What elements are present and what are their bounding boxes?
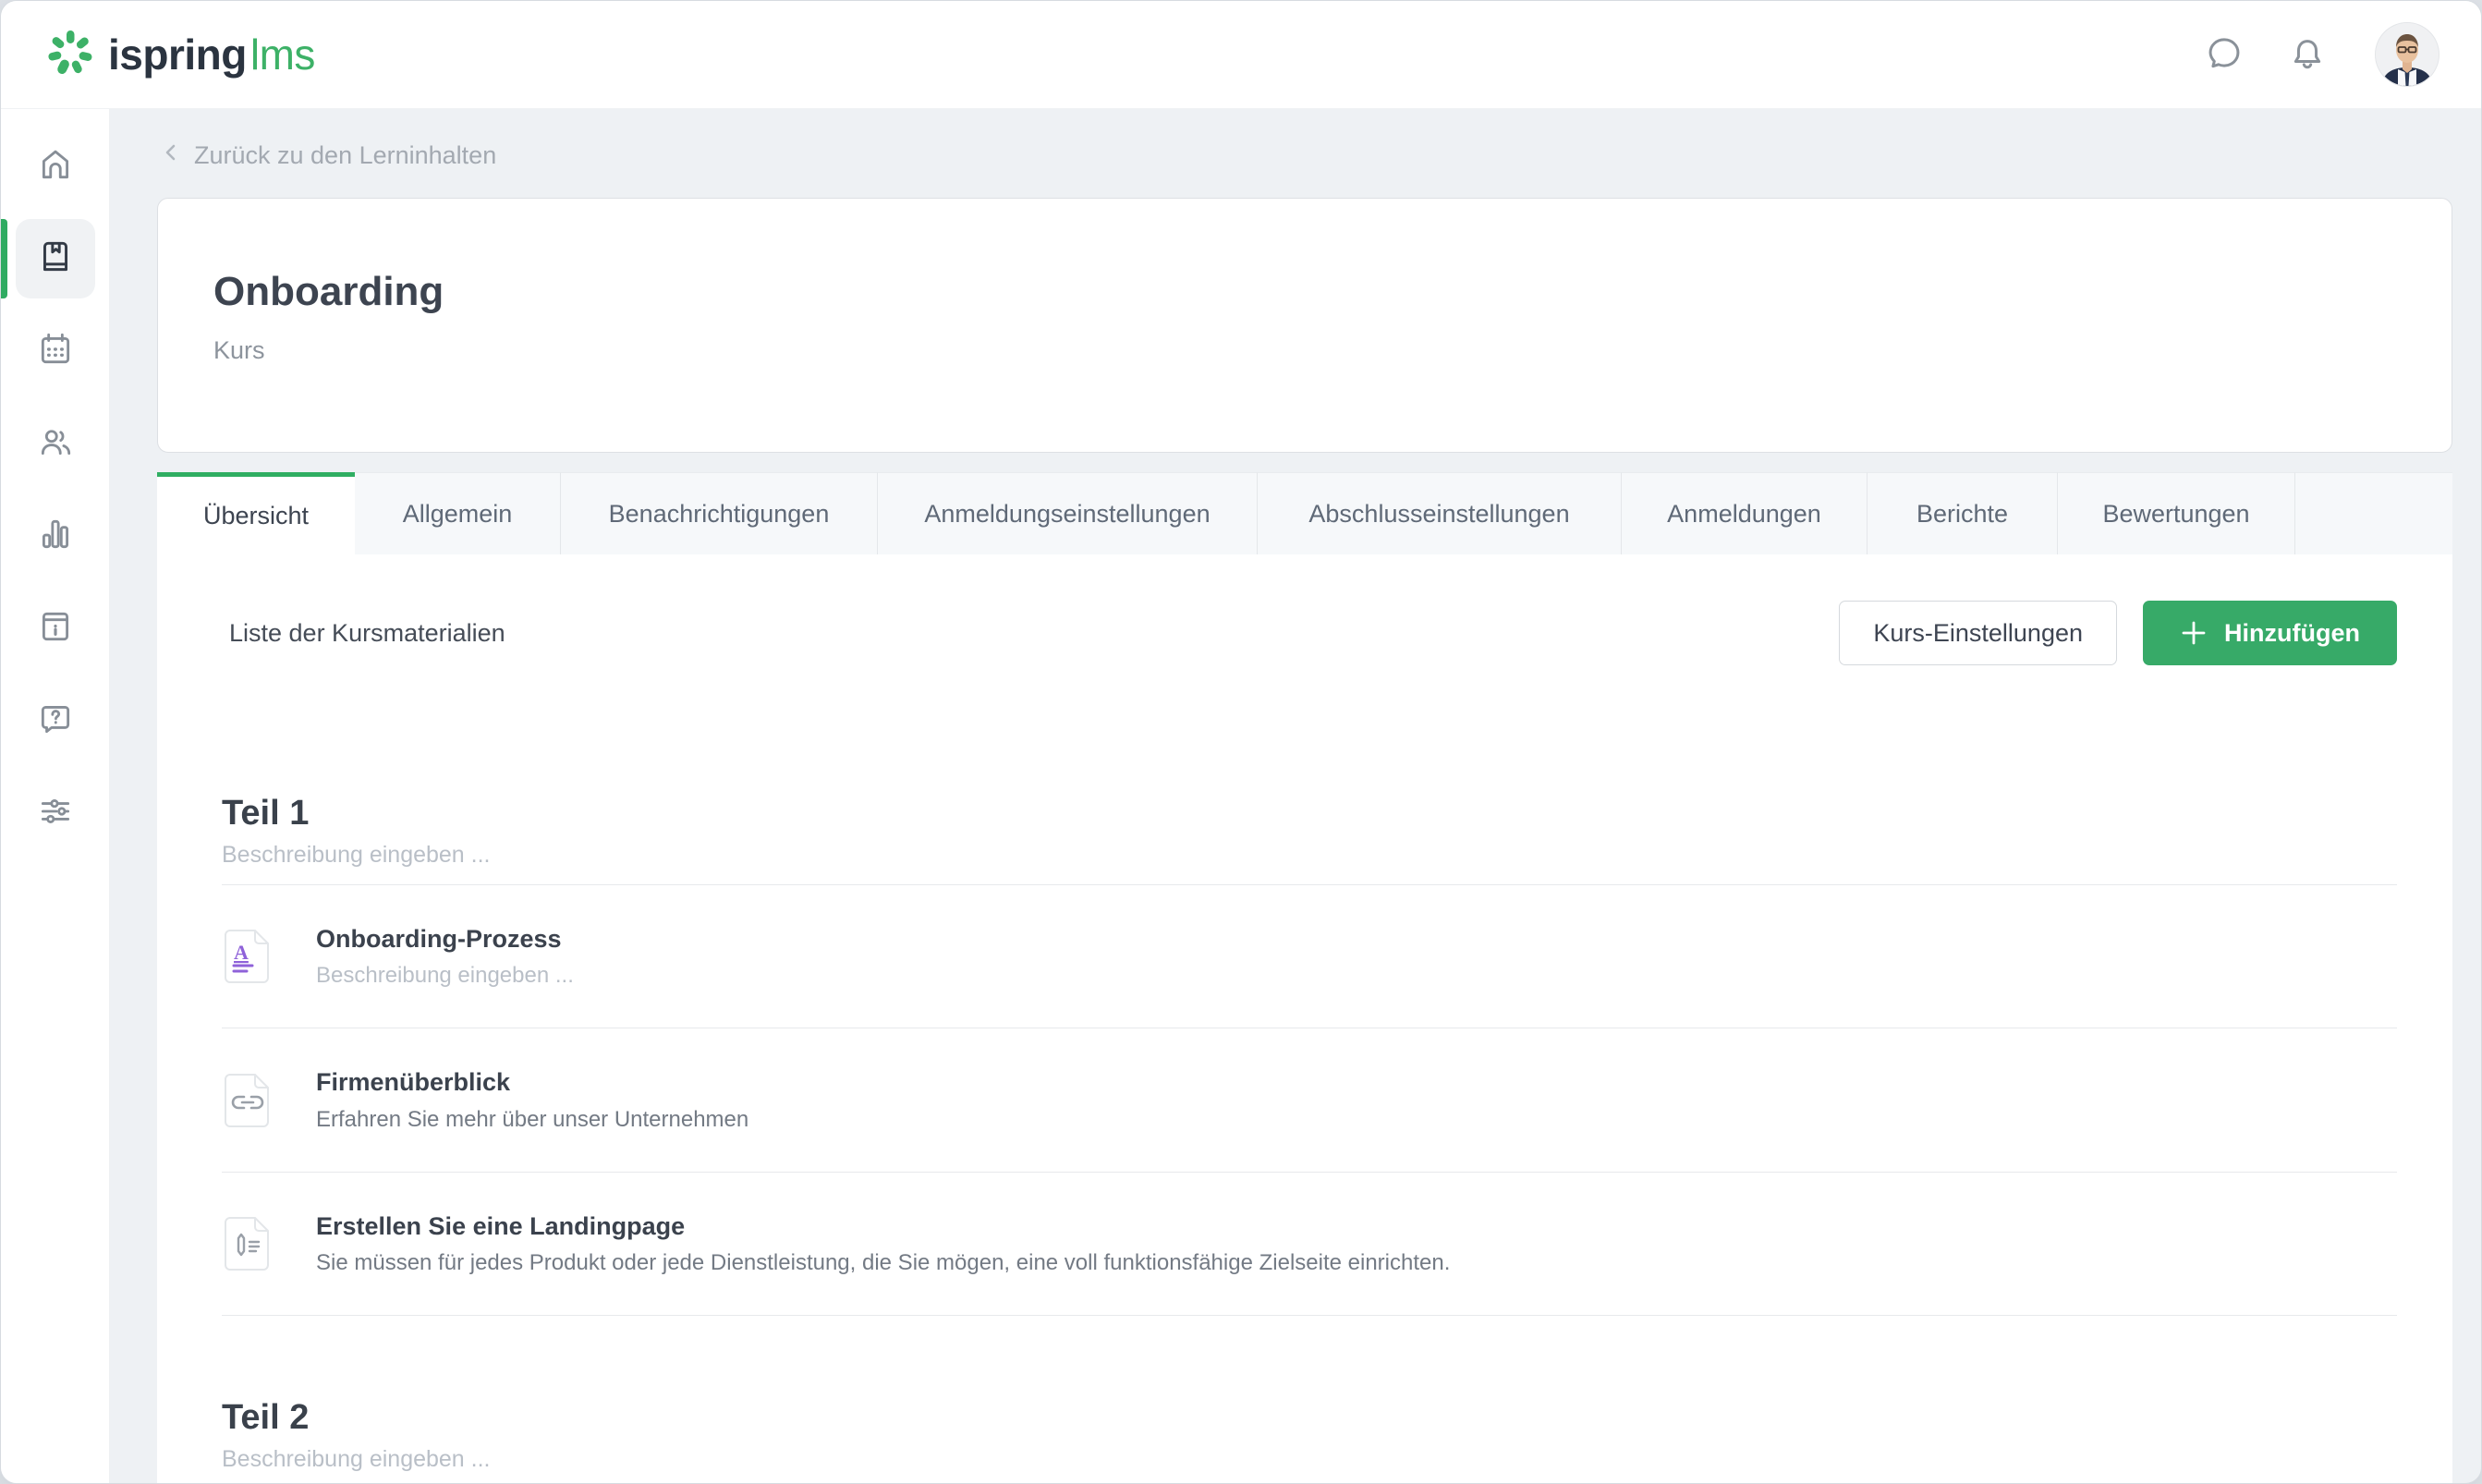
course-header-card: Onboarding Kurs xyxy=(157,198,2452,453)
logo-text-secondary: lms xyxy=(250,30,315,79)
tab-berichte[interactable]: Berichte xyxy=(1867,472,2057,554)
logo-text-primary: ispring xyxy=(108,30,247,79)
sliders-icon xyxy=(36,792,75,835)
sidebar-item-help[interactable] xyxy=(1,675,109,767)
article-doc-icon: A xyxy=(222,929,274,984)
assignment-doc-icon xyxy=(222,1216,274,1271)
sidebar-item-users[interactable] xyxy=(1,397,109,490)
chat-icon[interactable] xyxy=(2198,29,2250,80)
calendar-icon xyxy=(36,330,75,373)
user-avatar[interactable] xyxy=(2376,23,2439,86)
sidebar-item-courses[interactable] xyxy=(1,213,109,305)
course-settings-button[interactable]: Kurs-Einstellungen xyxy=(1839,601,2117,665)
material-item-description: Erfahren Sie mehr über unser Unternehmen xyxy=(316,1107,748,1133)
info-panel-icon xyxy=(36,607,75,651)
toolbar-buttons: Kurs-Einstellungen Hinzufügen xyxy=(1839,601,2397,665)
logo-text: ispringlms xyxy=(108,30,315,79)
breadcrumb-back-link[interactable]: Zurück zu den Lerninhalten xyxy=(157,139,496,173)
section-title: Teil 1 xyxy=(222,793,2397,833)
sidebar-item-settings[interactable] xyxy=(1,767,109,859)
sidebar-item-reports[interactable] xyxy=(1,490,109,582)
tab-anmeldungseinstellungen[interactable]: Anmeldungseinstellungen xyxy=(877,472,1257,554)
breadcrumb-label: Zurück zu den Lerninhalten xyxy=(194,141,496,170)
materials-list-label: Liste der Kursmaterialien xyxy=(229,619,505,648)
bar-chart-icon xyxy=(36,515,75,558)
tab-bar: Übersicht Allgemein Benachrichtigungen A… xyxy=(157,472,2452,554)
link-doc-icon xyxy=(222,1073,274,1128)
sidebar-item-info[interactable] xyxy=(1,582,109,675)
materials-toolbar: Liste der Kursmaterialien Kurs-Einstellu… xyxy=(213,554,2397,665)
add-material-button[interactable]: Hinzufügen xyxy=(2143,601,2397,665)
course-section: Teil 1 Beschreibung eingeben ... A xyxy=(222,793,2397,1316)
material-list-item[interactable]: Erstellen Sie eine Landingpage Sie müsse… xyxy=(222,1173,2397,1316)
tab-bewertungen[interactable]: Bewertungen xyxy=(2057,472,2294,554)
users-icon xyxy=(36,422,75,466)
tab-abschlusseinstellungen[interactable]: Abschlusseinstellungen xyxy=(1257,472,1621,554)
sidebar xyxy=(1,109,110,1484)
active-indicator-bar xyxy=(1,219,7,298)
course-title: Onboarding xyxy=(213,269,2396,316)
section-description-placeholder[interactable]: Beschreibung eingeben ... xyxy=(222,1446,2397,1473)
material-item-title: Erstellen Sie eine Landingpage xyxy=(316,1211,1450,1241)
app-window: ispringlms xyxy=(0,0,2482,1484)
tab-anmeldungen[interactable]: Anmeldungen xyxy=(1621,472,1867,554)
tab-allgemein[interactable]: Allgemein xyxy=(355,472,560,554)
topbar-actions xyxy=(2198,23,2439,86)
material-item-text: Firmenüberblick Erfahren Sie mehr über u… xyxy=(316,1067,748,1132)
material-item-text: Erstellen Sie eine Landingpage Sie müsse… xyxy=(316,1211,1450,1276)
material-item-text: Onboarding-Prozess Beschreibung eingeben… xyxy=(316,924,574,989)
main-area: Zurück zu den Lerninhalten Onboarding Ku… xyxy=(110,109,2481,1484)
home-icon xyxy=(36,145,75,189)
material-list-item[interactable]: Firmenüberblick Erfahren Sie mehr über u… xyxy=(222,1028,2397,1172)
content-panel: Liste der Kursmaterialien Kurs-Einstellu… xyxy=(157,554,2452,1484)
top-bar: ispringlms xyxy=(1,1,2481,109)
material-item-description: Sie müssen für jedes Produkt oder jede D… xyxy=(316,1250,1450,1276)
sidebar-item-calendar[interactable] xyxy=(1,305,109,397)
ispring-logo[interactable]: ispringlms xyxy=(45,28,315,82)
ispring-logo-mark-icon xyxy=(45,28,95,82)
sidebar-item-home[interactable] xyxy=(1,120,109,213)
section-description-placeholder[interactable]: Beschreibung eingeben ... xyxy=(222,842,2397,869)
book-icon xyxy=(36,237,75,281)
material-item-title: Firmenüberblick xyxy=(316,1067,748,1097)
tab-benachrichtigungen[interactable]: Benachrichtigungen xyxy=(560,472,877,554)
material-list-item[interactable]: A Onboarding-Prozess Beschreibung eingeb… xyxy=(222,885,2397,1028)
chevron-left-icon xyxy=(161,139,181,173)
material-item-title: Onboarding-Prozess xyxy=(316,924,574,954)
course-type-label: Kurs xyxy=(213,336,2396,365)
plus-icon xyxy=(2180,619,2208,647)
svg-text:A: A xyxy=(234,941,249,964)
course-section: Teil 2 Beschreibung eingeben ... xyxy=(222,1397,2397,1484)
tab-uebersicht[interactable]: Übersicht xyxy=(157,472,355,554)
material-item-description: Beschreibung eingeben ... xyxy=(316,963,574,989)
tab-bar-filler xyxy=(2294,472,2452,554)
bell-icon[interactable] xyxy=(2281,29,2333,80)
add-material-button-label: Hinzufügen xyxy=(2224,619,2360,648)
help-bubble-icon xyxy=(36,699,75,743)
section-title: Teil 2 xyxy=(222,1397,2397,1438)
